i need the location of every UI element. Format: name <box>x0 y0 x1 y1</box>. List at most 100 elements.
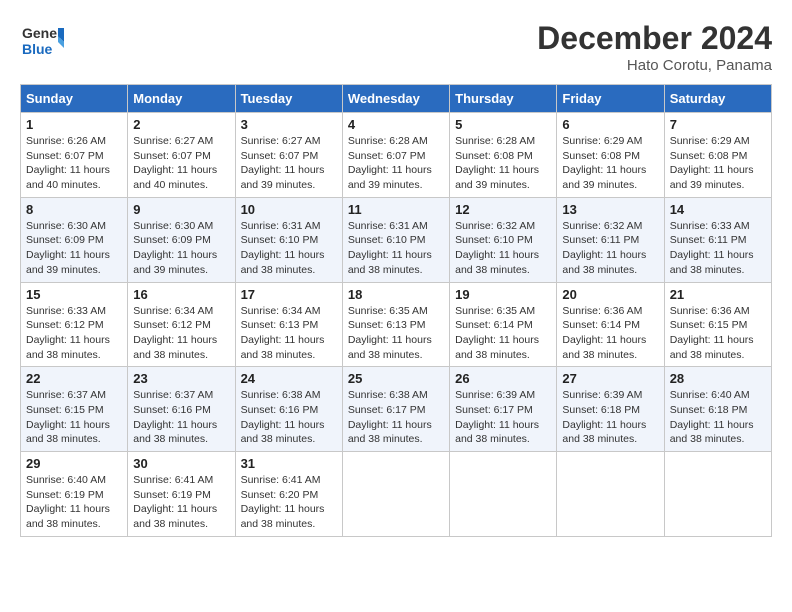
day-detail: Sunrise: 6:38 AM Sunset: 6:17 PM Dayligh… <box>348 388 444 447</box>
day-detail: Sunrise: 6:32 AM Sunset: 6:10 PM Dayligh… <box>455 219 551 278</box>
table-row: 30 Sunrise: 6:41 AM Sunset: 6:19 PM Dayl… <box>128 452 235 537</box>
day-detail: Sunrise: 6:36 AM Sunset: 6:15 PM Dayligh… <box>670 304 766 363</box>
day-number: 26 <box>455 371 551 386</box>
table-row <box>450 452 557 537</box>
day-detail: Sunrise: 6:27 AM Sunset: 6:07 PM Dayligh… <box>133 134 229 193</box>
page-header: General Blue December 2024 Hato Corotu, … <box>20 20 772 74</box>
day-number: 13 <box>562 202 658 217</box>
table-row: 31 Sunrise: 6:41 AM Sunset: 6:20 PM Dayl… <box>235 452 342 537</box>
day-number: 21 <box>670 287 766 302</box>
table-row: 5 Sunrise: 6:28 AM Sunset: 6:08 PM Dayli… <box>450 113 557 198</box>
table-row: 17 Sunrise: 6:34 AM Sunset: 6:13 PM Dayl… <box>235 282 342 367</box>
table-row: 26 Sunrise: 6:39 AM Sunset: 6:17 PM Dayl… <box>450 367 557 452</box>
table-row: 27 Sunrise: 6:39 AM Sunset: 6:18 PM Dayl… <box>557 367 664 452</box>
table-row: 15 Sunrise: 6:33 AM Sunset: 6:12 PM Dayl… <box>21 282 128 367</box>
col-monday: Monday <box>128 85 235 113</box>
col-sunday: Sunday <box>21 85 128 113</box>
svg-text:Blue: Blue <box>22 41 53 57</box>
day-detail: Sunrise: 6:29 AM Sunset: 6:08 PM Dayligh… <box>562 134 658 193</box>
table-row: 11 Sunrise: 6:31 AM Sunset: 6:10 PM Dayl… <box>342 197 449 282</box>
table-row: 12 Sunrise: 6:32 AM Sunset: 6:10 PM Dayl… <box>450 197 557 282</box>
day-number: 15 <box>26 287 122 302</box>
day-number: 28 <box>670 371 766 386</box>
day-detail: Sunrise: 6:28 AM Sunset: 6:08 PM Dayligh… <box>455 134 551 193</box>
day-detail: Sunrise: 6:30 AM Sunset: 6:09 PM Dayligh… <box>26 219 122 278</box>
day-detail: Sunrise: 6:31 AM Sunset: 6:10 PM Dayligh… <box>348 219 444 278</box>
day-detail: Sunrise: 6:39 AM Sunset: 6:17 PM Dayligh… <box>455 388 551 447</box>
day-number: 3 <box>241 117 337 132</box>
day-number: 20 <box>562 287 658 302</box>
table-row: 22 Sunrise: 6:37 AM Sunset: 6:15 PM Dayl… <box>21 367 128 452</box>
table-row: 23 Sunrise: 6:37 AM Sunset: 6:16 PM Dayl… <box>128 367 235 452</box>
calendar-week-row: 8 Sunrise: 6:30 AM Sunset: 6:09 PM Dayli… <box>21 197 772 282</box>
table-row: 1 Sunrise: 6:26 AM Sunset: 6:07 PM Dayli… <box>21 113 128 198</box>
day-number: 27 <box>562 371 658 386</box>
day-number: 7 <box>670 117 766 132</box>
day-detail: Sunrise: 6:34 AM Sunset: 6:12 PM Dayligh… <box>133 304 229 363</box>
logo: General Blue <box>20 20 64 64</box>
table-row: 24 Sunrise: 6:38 AM Sunset: 6:16 PM Dayl… <box>235 367 342 452</box>
day-detail: Sunrise: 6:36 AM Sunset: 6:14 PM Dayligh… <box>562 304 658 363</box>
month-title: December 2024 <box>537 20 772 57</box>
day-number: 19 <box>455 287 551 302</box>
day-detail: Sunrise: 6:40 AM Sunset: 6:18 PM Dayligh… <box>670 388 766 447</box>
svg-text:General: General <box>22 25 64 41</box>
day-number: 29 <box>26 456 122 471</box>
day-detail: Sunrise: 6:34 AM Sunset: 6:13 PM Dayligh… <box>241 304 337 363</box>
col-wednesday: Wednesday <box>342 85 449 113</box>
table-row: 18 Sunrise: 6:35 AM Sunset: 6:13 PM Dayl… <box>342 282 449 367</box>
day-number: 14 <box>670 202 766 217</box>
calendar-week-row: 29 Sunrise: 6:40 AM Sunset: 6:19 PM Dayl… <box>21 452 772 537</box>
col-tuesday: Tuesday <box>235 85 342 113</box>
day-number: 10 <box>241 202 337 217</box>
table-row: 4 Sunrise: 6:28 AM Sunset: 6:07 PM Dayli… <box>342 113 449 198</box>
day-detail: Sunrise: 6:39 AM Sunset: 6:18 PM Dayligh… <box>562 388 658 447</box>
day-number: 1 <box>26 117 122 132</box>
day-number: 12 <box>455 202 551 217</box>
calendar-week-row: 1 Sunrise: 6:26 AM Sunset: 6:07 PM Dayli… <box>21 113 772 198</box>
table-row: 10 Sunrise: 6:31 AM Sunset: 6:10 PM Dayl… <box>235 197 342 282</box>
day-detail: Sunrise: 6:33 AM Sunset: 6:12 PM Dayligh… <box>26 304 122 363</box>
location: Hato Corotu, Panama <box>537 57 772 74</box>
calendar-week-row: 22 Sunrise: 6:37 AM Sunset: 6:15 PM Dayl… <box>21 367 772 452</box>
day-number: 6 <box>562 117 658 132</box>
day-number: 9 <box>133 202 229 217</box>
day-detail: Sunrise: 6:35 AM Sunset: 6:14 PM Dayligh… <box>455 304 551 363</box>
table-row: 2 Sunrise: 6:27 AM Sunset: 6:07 PM Dayli… <box>128 113 235 198</box>
day-number: 5 <box>455 117 551 132</box>
day-number: 16 <box>133 287 229 302</box>
day-detail: Sunrise: 6:27 AM Sunset: 6:07 PM Dayligh… <box>241 134 337 193</box>
calendar-header-row: Sunday Monday Tuesday Wednesday Thursday… <box>21 85 772 113</box>
day-number: 2 <box>133 117 229 132</box>
table-row: 29 Sunrise: 6:40 AM Sunset: 6:19 PM Dayl… <box>21 452 128 537</box>
day-detail: Sunrise: 6:29 AM Sunset: 6:08 PM Dayligh… <box>670 134 766 193</box>
table-row: 13 Sunrise: 6:32 AM Sunset: 6:11 PM Dayl… <box>557 197 664 282</box>
table-row: 25 Sunrise: 6:38 AM Sunset: 6:17 PM Dayl… <box>342 367 449 452</box>
col-saturday: Saturday <box>664 85 771 113</box>
table-row: 20 Sunrise: 6:36 AM Sunset: 6:14 PM Dayl… <box>557 282 664 367</box>
day-number: 25 <box>348 371 444 386</box>
day-number: 4 <box>348 117 444 132</box>
day-number: 11 <box>348 202 444 217</box>
table-row: 28 Sunrise: 6:40 AM Sunset: 6:18 PM Dayl… <box>664 367 771 452</box>
day-number: 23 <box>133 371 229 386</box>
calendar-week-row: 15 Sunrise: 6:33 AM Sunset: 6:12 PM Dayl… <box>21 282 772 367</box>
table-row: 19 Sunrise: 6:35 AM Sunset: 6:14 PM Dayl… <box>450 282 557 367</box>
day-number: 22 <box>26 371 122 386</box>
table-row: 6 Sunrise: 6:29 AM Sunset: 6:08 PM Dayli… <box>557 113 664 198</box>
logo-icon: General Blue <box>20 20 64 64</box>
day-detail: Sunrise: 6:41 AM Sunset: 6:20 PM Dayligh… <box>241 473 337 532</box>
col-friday: Friday <box>557 85 664 113</box>
day-detail: Sunrise: 6:32 AM Sunset: 6:11 PM Dayligh… <box>562 219 658 278</box>
table-row: 7 Sunrise: 6:29 AM Sunset: 6:08 PM Dayli… <box>664 113 771 198</box>
table-row: 14 Sunrise: 6:33 AM Sunset: 6:11 PM Dayl… <box>664 197 771 282</box>
day-number: 17 <box>241 287 337 302</box>
day-detail: Sunrise: 6:37 AM Sunset: 6:15 PM Dayligh… <box>26 388 122 447</box>
day-detail: Sunrise: 6:40 AM Sunset: 6:19 PM Dayligh… <box>26 473 122 532</box>
day-detail: Sunrise: 6:26 AM Sunset: 6:07 PM Dayligh… <box>26 134 122 193</box>
title-block: December 2024 Hato Corotu, Panama <box>537 20 772 74</box>
day-detail: Sunrise: 6:38 AM Sunset: 6:16 PM Dayligh… <box>241 388 337 447</box>
day-number: 31 <box>241 456 337 471</box>
table-row: 21 Sunrise: 6:36 AM Sunset: 6:15 PM Dayl… <box>664 282 771 367</box>
table-row <box>664 452 771 537</box>
